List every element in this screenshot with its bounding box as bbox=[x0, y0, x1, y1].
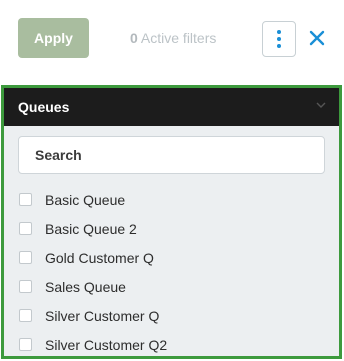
kebab-dot bbox=[277, 37, 281, 41]
list-item-label: Basic Queue 2 bbox=[45, 220, 137, 237]
checkbox[interactable] bbox=[19, 338, 32, 351]
list-item-label: Basic Queue bbox=[45, 191, 126, 208]
list-item[interactable]: Silver Customer Q bbox=[4, 301, 339, 330]
checkbox[interactable] bbox=[19, 280, 32, 293]
list-item-label: Gold Customer Q bbox=[45, 249, 154, 266]
panel-header[interactable]: Queues bbox=[4, 88, 339, 126]
list-item[interactable]: Basic Queue bbox=[4, 185, 339, 214]
list-item[interactable]: Gold Customer Q bbox=[4, 243, 339, 272]
close-icon[interactable] bbox=[309, 30, 325, 46]
list-item-label: Sales Queue bbox=[45, 278, 126, 295]
list-item-label: Silver Customer Q2 bbox=[45, 336, 168, 353]
checkbox[interactable] bbox=[19, 193, 32, 206]
apply-button[interactable]: Apply bbox=[18, 18, 89, 58]
search-input[interactable] bbox=[18, 136, 325, 174]
queues-filter-panel: Queues Basic Queue Basic Queue 2 Gold Cust… bbox=[1, 85, 342, 359]
active-filters-count: 0 bbox=[130, 30, 138, 46]
active-filters-status: 0 Active filters bbox=[130, 30, 216, 46]
checkbox[interactable] bbox=[19, 251, 32, 264]
active-filters-label: Active filters bbox=[140, 30, 217, 46]
chevron-down-icon[interactable] bbox=[315, 99, 327, 111]
more-options-button[interactable] bbox=[262, 21, 296, 57]
kebab-vertical-icon bbox=[277, 30, 281, 34]
kebab-dot bbox=[277, 44, 281, 48]
filter-toolbar: Apply 0 Active filters bbox=[0, 0, 344, 80]
list-item[interactable]: Basic Queue 2 bbox=[4, 214, 339, 243]
checkbox[interactable] bbox=[19, 222, 32, 235]
list-item[interactable]: Sales Queue bbox=[4, 272, 339, 301]
checkbox[interactable] bbox=[19, 309, 32, 322]
list-item-label: Silver Customer Q bbox=[45, 307, 160, 324]
queue-list: Basic Queue Basic Queue 2 Gold Customer Q S… bbox=[4, 185, 339, 356]
panel-title: Queues bbox=[18, 99, 70, 115]
list-item[interactable]: Silver Customer Q2 bbox=[4, 330, 339, 356]
search-wrapper bbox=[4, 126, 339, 174]
